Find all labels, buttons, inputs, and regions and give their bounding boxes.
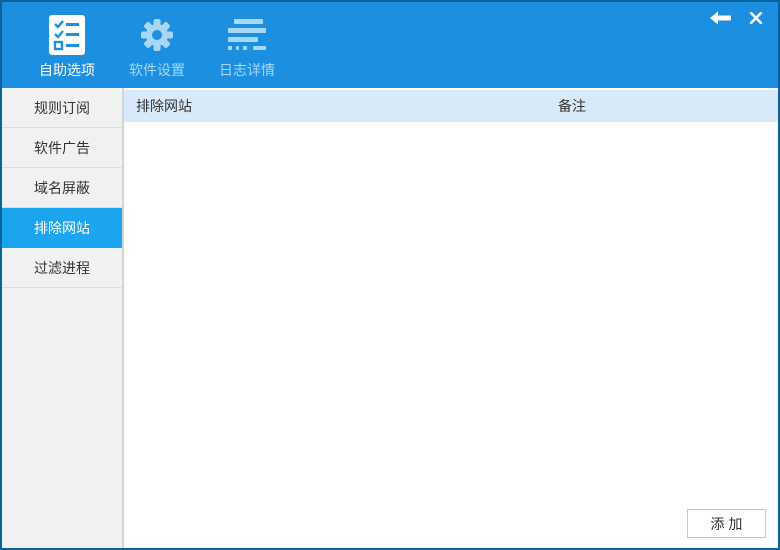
sidebar-item-excluded-sites[interactable]: 排除网站 — [2, 208, 122, 248]
sidebar-item-rule-subscription[interactable]: 规则订阅 — [2, 88, 122, 128]
tab-self-options-label: 自助选项 — [39, 62, 95, 78]
close-icon — [750, 12, 762, 24]
tab-log-details-label: 日志详情 — [219, 62, 275, 78]
window-body: 规则订阅 软件广告 域名屏蔽 排除网站 过滤进程 排除网站 备注 添 加 — [2, 88, 778, 548]
tab-self-options[interactable]: 自助选项 — [22, 2, 112, 88]
table-header: 排除网站 备注 — [124, 90, 778, 122]
main-panel: 排除网站 备注 添 加 — [124, 88, 778, 548]
tab-software-settings[interactable]: 软件设置 — [112, 2, 202, 88]
header: 自助选项 软件设置 日志详情 — [2, 2, 778, 88]
column-header-remark: 备注 — [558, 98, 586, 114]
add-button[interactable]: 添 加 — [687, 509, 766, 538]
header-tabs: 自助选项 软件设置 日志详情 — [22, 2, 292, 88]
table-body — [124, 122, 778, 548]
checklist-icon — [49, 12, 85, 58]
log-icon — [228, 12, 267, 58]
back-button[interactable] — [708, 9, 734, 27]
app-window: 自助选项 软件设置 日志详情 规则订阅 软件广告 域名屏蔽 排除网站 过滤进程 … — [0, 0, 780, 550]
titlebar-controls — [708, 9, 764, 27]
column-header-excluded-site: 排除网站 — [136, 98, 192, 114]
sidebar-item-software-ads[interactable]: 软件广告 — [2, 128, 122, 168]
tab-log-details[interactable]: 日志详情 — [202, 2, 292, 88]
left-arrow-icon — [710, 11, 731, 25]
tab-software-settings-label: 软件设置 — [129, 62, 185, 78]
close-button[interactable] — [748, 10, 764, 26]
gear-icon — [140, 12, 174, 58]
sidebar-item-domain-block[interactable]: 域名屏蔽 — [2, 168, 122, 208]
sidebar-item-filter-processes[interactable]: 过滤进程 — [2, 248, 122, 288]
sidebar: 规则订阅 软件广告 域名屏蔽 排除网站 过滤进程 — [2, 88, 124, 548]
